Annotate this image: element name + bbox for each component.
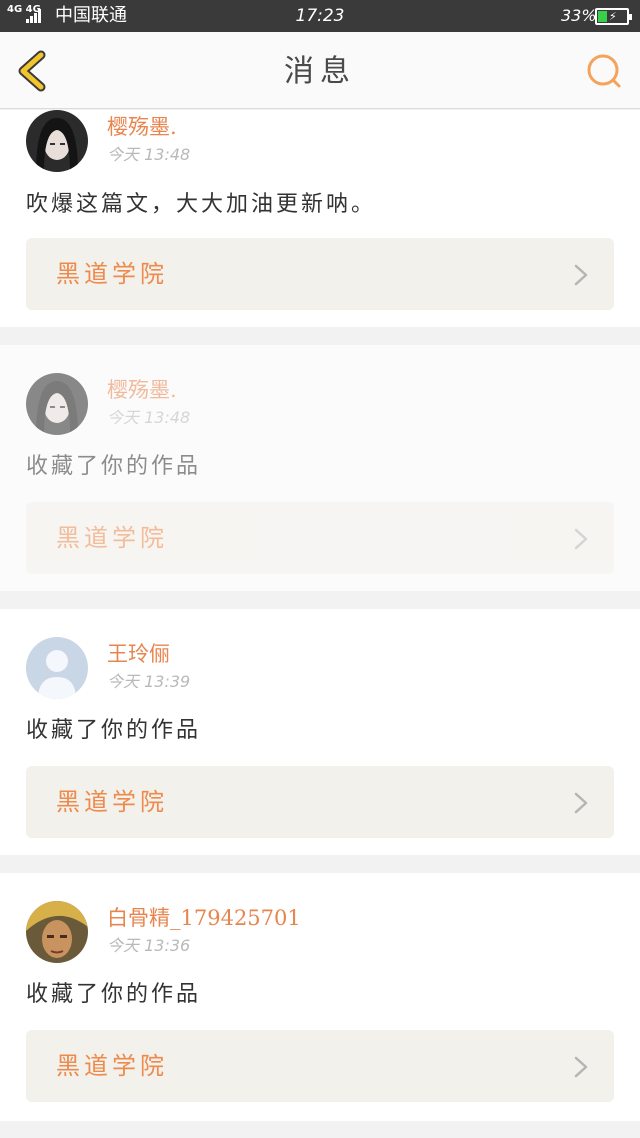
- message-text: 吹爆这篇文，大大加油更新呐。: [26, 192, 377, 217]
- clock: 17:23: [295, 6, 345, 26]
- chevron-right-icon: [574, 264, 588, 286]
- work-link[interactable]: 黑道学院: [26, 1030, 614, 1102]
- message-card: 王玲俪 今天 13:39 收藏了你的作品 黑道学院: [0, 609, 640, 855]
- username[interactable]: 樱殇墨.: [107, 377, 190, 403]
- message-text: 收藏了你的作品: [26, 982, 202, 1007]
- message-meta: 樱殇墨. 今天 13:48: [107, 377, 190, 427]
- timestamp: 今天 13:48: [107, 145, 191, 164]
- status-bar: 4G 4G 中国联通 17:23 33% ⚡: [0, 0, 640, 32]
- message-meta: 白骨精_179425701 今天 13:36: [107, 905, 301, 955]
- work-title: 黑道学院: [56, 524, 168, 552]
- message-text: 收藏了你的作品: [26, 718, 202, 743]
- message-meta: 王玲俪 今天 13:39: [107, 641, 190, 691]
- timestamp: 今天 13:39: [107, 672, 191, 691]
- work-link[interactable]: 黑道学院: [26, 766, 614, 838]
- work-link[interactable]: 黑道学院: [26, 502, 614, 574]
- search-icon: [587, 54, 621, 88]
- nav-bar: 消息: [0, 32, 640, 109]
- battery-percent: 33%: [561, 6, 597, 25]
- username[interactable]: 白骨精_179425701: [107, 905, 301, 931]
- chevron-right-icon: [574, 1056, 588, 1078]
- chevron-right-icon: [574, 792, 588, 814]
- message-text: 收藏了你的作品: [26, 454, 202, 479]
- work-title: 黑道学院: [56, 260, 168, 288]
- battery-fill: [598, 11, 607, 22]
- work-title: 黑道学院: [56, 788, 168, 816]
- message-card: 樱殇墨. 今天 13:48 吹爆这篇文，大大加油更新呐。 黑道学院: [0, 110, 640, 327]
- page-title: 消息: [284, 54, 356, 89]
- work-link[interactable]: 黑道学院: [26, 238, 614, 310]
- chevron-right-icon: [574, 528, 588, 550]
- work-title: 黑道学院: [56, 1052, 168, 1080]
- charging-icon: ⚡: [609, 10, 617, 23]
- battery-icon: ⚡: [595, 8, 632, 25]
- username[interactable]: 樱殇墨.: [107, 114, 190, 140]
- message-meta: 樱殇墨. 今天 13:48: [107, 114, 190, 164]
- warrior-avatar[interactable]: [26, 901, 88, 963]
- anime-girl-avatar[interactable]: [26, 110, 88, 172]
- search-button[interactable]: [584, 52, 624, 92]
- timestamp: 今天 13:48: [107, 408, 191, 427]
- message-card: 樱殇墨. 今天 13:48 收藏了你的作品 黑道学院: [0, 345, 640, 591]
- username[interactable]: 王玲俪: [107, 641, 190, 667]
- anime-girl-avatar[interactable]: [26, 373, 88, 435]
- message-card: 白骨精_179425701 今天 13:36 收藏了你的作品 黑道学院: [0, 873, 640, 1121]
- default-user-avatar[interactable]: [26, 637, 88, 699]
- timestamp: 今天 13:36: [107, 936, 191, 955]
